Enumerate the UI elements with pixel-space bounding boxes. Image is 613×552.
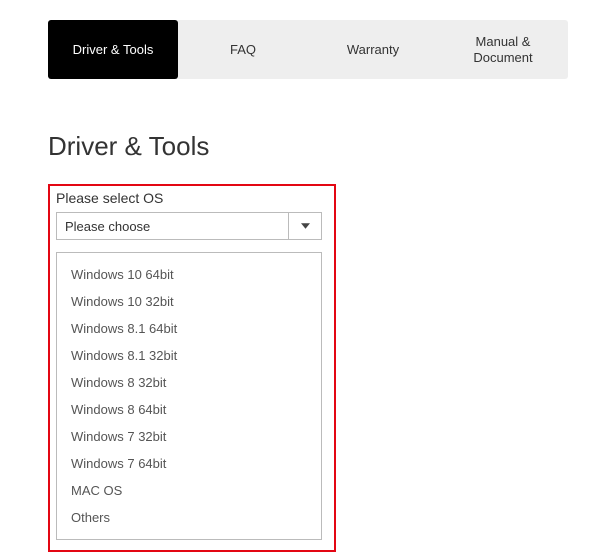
os-option[interactable]: Windows 8 32bit [57, 369, 321, 396]
tab-manual-document-label: Manual &Document [473, 34, 532, 65]
os-option[interactable]: Windows 7 32bit [57, 423, 321, 450]
os-option[interactable]: Windows 10 32bit [57, 288, 321, 315]
os-select-highlight: Please select OS Please choose Windows 1… [48, 184, 336, 552]
os-select-label: Please select OS [56, 190, 328, 206]
os-option[interactable]: Windows 7 64bit [57, 450, 321, 477]
os-option[interactable]: Windows 8.1 64bit [57, 315, 321, 342]
os-option[interactable]: Windows 8.1 32bit [57, 342, 321, 369]
os-select[interactable]: Please choose [56, 212, 322, 240]
tab-bar: Driver & Tools FAQ Warranty Manual &Docu… [48, 20, 568, 79]
os-option[interactable]: MAC OS [57, 477, 321, 504]
os-dropdown: Windows 10 64bit Windows 10 32bit Window… [56, 252, 322, 540]
page-title: Driver & Tools [48, 131, 613, 162]
os-option[interactable]: Others [57, 504, 321, 531]
os-select-value: Please choose [56, 212, 288, 240]
tab-driver-tools[interactable]: Driver & Tools [48, 20, 178, 79]
tab-faq[interactable]: FAQ [178, 20, 308, 79]
tab-warranty[interactable]: Warranty [308, 20, 438, 79]
tab-manual-document[interactable]: Manual &Document [438, 20, 568, 79]
os-option[interactable]: Windows 8 64bit [57, 396, 321, 423]
os-option[interactable]: Windows 10 64bit [57, 261, 321, 288]
chevron-down-icon [288, 212, 322, 240]
